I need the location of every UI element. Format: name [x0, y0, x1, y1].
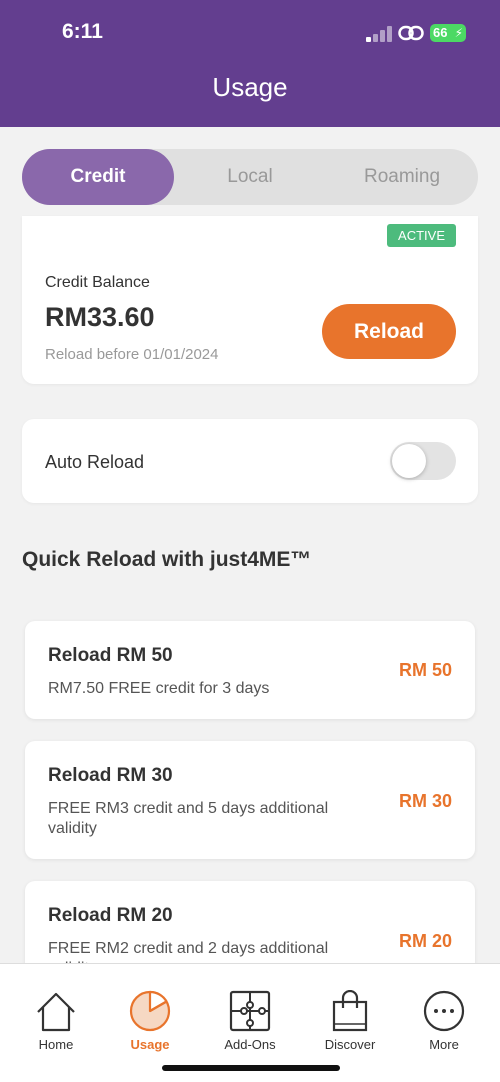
- offer-description: FREE RM3 credit and 5 days additional va…: [48, 800, 329, 837]
- hotspot-link-icon: [398, 25, 424, 41]
- credit-balance-label: Credit Balance: [45, 274, 150, 291]
- auto-reload-label: Auto Reload: [45, 452, 145, 472]
- tab-credit[interactable]: Credit: [22, 149, 174, 205]
- more-dots-icon: [423, 990, 465, 1032]
- home-icon: [37, 992, 75, 1032]
- tabbar-label-discover: Discover: [324, 1037, 376, 1052]
- tabbar-label-more: More: [429, 1037, 459, 1052]
- offer-card-rm30[interactable]: Reload RM 30 FREE RM3 credit and 5 days …: [25, 741, 475, 859]
- tabbar-label-add-ons: Add-Ons: [224, 1037, 276, 1052]
- tab-roaming[interactable]: Roaming: [326, 149, 478, 205]
- auto-reload-toggle[interactable]: [390, 442, 456, 480]
- app-header: 6:11 66 ⚡ Usage: [0, 0, 500, 127]
- offer-price: RM 50: [398, 660, 452, 680]
- offer-title: Reload RM 50: [48, 645, 173, 666]
- offer-description: RM7.50 FREE credit for 3 days: [48, 680, 270, 697]
- tabbar-item-usage[interactable]: Usage: [100, 964, 200, 1064]
- credit-balance-amount: RM33.60: [45, 302, 155, 332]
- auto-reload-card: Auto Reload: [22, 419, 478, 503]
- quick-reload-heading: Quick Reload with just4ME™: [22, 548, 312, 571]
- tabbar-item-add-ons[interactable]: Add-Ons: [200, 964, 300, 1064]
- offer-price: RM 20: [398, 931, 452, 951]
- tabbar-item-home[interactable]: Home: [6, 964, 106, 1064]
- status-time: 6:11: [62, 20, 103, 43]
- reload-before-note: Reload before 01/01/2024: [45, 346, 219, 363]
- toggle-knob: [392, 444, 426, 478]
- tabbar-label-usage: Usage: [130, 1037, 170, 1052]
- offer-price: RM 30: [398, 791, 452, 811]
- offer-card-rm50[interactable]: Reload RM 50 RM7.50 FREE credit for 3 da…: [25, 621, 475, 719]
- status-badge: ACTIVE: [387, 224, 456, 247]
- offer-title: Reload RM 30: [48, 765, 173, 786]
- tabbar-item-more[interactable]: More: [394, 964, 494, 1064]
- usage-tabs: Credit Local Roaming: [22, 149, 478, 205]
- battery-level: 66: [433, 25, 448, 40]
- offer-title: Reload RM 20: [48, 905, 173, 926]
- page-title: Usage: [212, 72, 288, 102]
- tabbar-item-discover[interactable]: Discover: [300, 964, 400, 1064]
- shopping-bag-icon: [332, 990, 368, 1032]
- usage-pie-icon: [129, 990, 171, 1032]
- puzzle-icon: [229, 990, 271, 1032]
- credit-balance-card: ACTIVE Credit Balance RM33.60 Reload bef…: [22, 216, 478, 384]
- battery-icon: 66 ⚡: [430, 24, 466, 42]
- reload-button[interactable]: Reload: [322, 304, 456, 359]
- tabbar-label-home: Home: [38, 1037, 74, 1052]
- tab-local[interactable]: Local: [174, 149, 326, 205]
- home-indicator: [162, 1065, 340, 1071]
- charging-bolt-icon: ⚡: [454, 26, 463, 40]
- signal-icon: [366, 26, 392, 42]
